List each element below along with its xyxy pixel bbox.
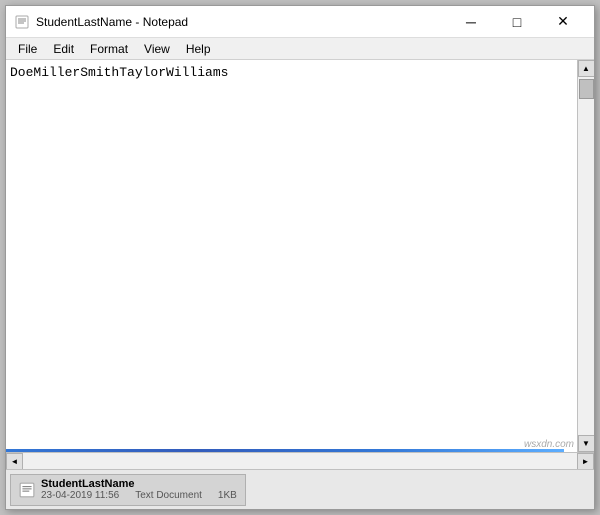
horizontal-scrollbar[interactable]: ◄ ► (6, 452, 594, 469)
menu-item-view[interactable]: View (136, 39, 178, 59)
taskbar-type: Text Document (135, 490, 202, 501)
scroll-track-h[interactable] (23, 453, 577, 470)
notepad-window: StudentLastName - Notepad ─ □ ✕ File Edi… (5, 5, 595, 510)
taskbar-file-name: StudentLastName (41, 478, 237, 490)
taskbar-meta: 23-04-2019 11:56 Text Document 1KB (41, 490, 237, 501)
text-editor[interactable] (6, 60, 577, 452)
scroll-thumb-v[interactable] (579, 79, 594, 99)
menu-item-format[interactable]: Format (82, 39, 136, 59)
menu-item-help[interactable]: Help (178, 39, 219, 59)
blue-line-decoration (6, 449, 564, 452)
scroll-right-arrow[interactable]: ► (577, 453, 594, 470)
taskbar-item-studentlastname[interactable]: StudentLastName 23-04-2019 11:56 Text Do… (10, 474, 246, 506)
taskbar-size: 1KB (218, 490, 237, 501)
close-button[interactable]: ✕ (540, 6, 586, 38)
taskbar-icon (19, 482, 35, 498)
scroll-track-v[interactable] (578, 77, 595, 435)
taskbar-item-content: StudentLastName 23-04-2019 11:56 Text Do… (41, 478, 237, 501)
window-controls: ─ □ ✕ (448, 6, 586, 38)
taskbar: StudentLastName 23-04-2019 11:56 Text Do… (6, 469, 594, 509)
editor-container: wsxdn.com ▲ ▼ (6, 60, 594, 452)
maximize-button[interactable]: □ (494, 6, 540, 38)
menu-item-file[interactable]: File (10, 39, 45, 59)
menu-bar: File Edit Format View Help (6, 38, 594, 60)
scroll-up-arrow[interactable]: ▲ (578, 60, 595, 77)
title-bar: StudentLastName - Notepad ─ □ ✕ (6, 6, 594, 38)
scroll-left-arrow[interactable]: ◄ (6, 453, 23, 470)
window-title: StudentLastName - Notepad (36, 15, 448, 29)
app-icon (14, 14, 30, 30)
menu-item-edit[interactable]: Edit (45, 39, 82, 59)
minimize-button[interactable]: ─ (448, 6, 494, 38)
taskbar-date: 23-04-2019 11:56 (41, 490, 119, 501)
vertical-scrollbar[interactable]: ▲ ▼ (577, 60, 594, 452)
watermark: wsxdn.com (524, 439, 574, 450)
scroll-down-arrow[interactable]: ▼ (578, 435, 595, 452)
